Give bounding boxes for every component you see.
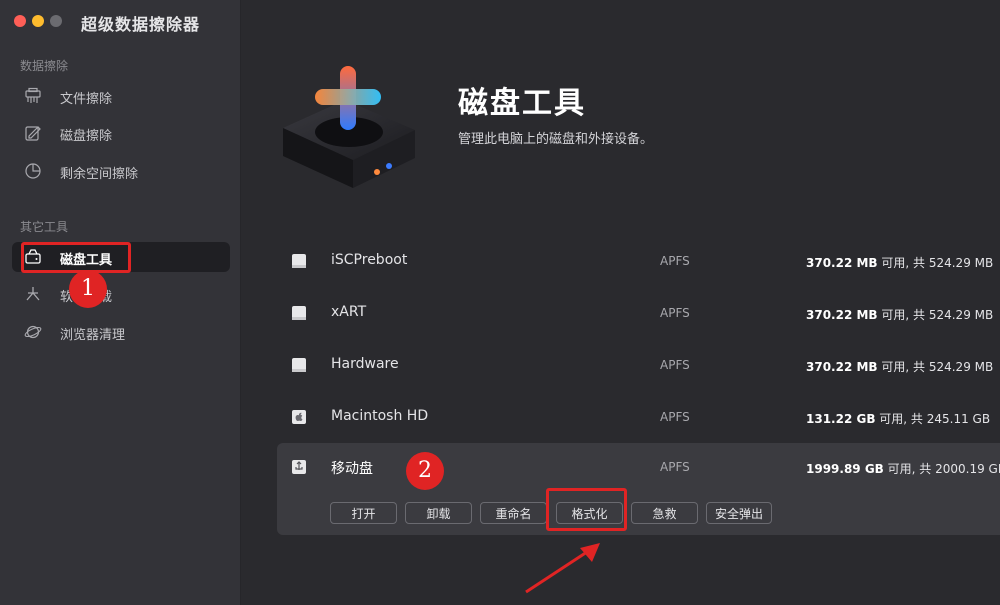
disk-capacity: 370.22 MB 可用, 共 524.29 MB <box>806 306 993 323</box>
disk-filesystem: APFS <box>660 254 690 268</box>
uninstall-icon <box>26 287 40 301</box>
highlight-box-disk-tool <box>21 242 131 273</box>
disk-row[interactable]: Hardware APFS 370.22 MB 可用, 共 524.29 MB <box>277 341 1000 389</box>
sidebar-item-label: 剩余空间擦除 <box>60 167 139 182</box>
sidebar-item-free-space-erase[interactable]: 剩余空间擦除 <box>12 156 230 186</box>
minimize-window-button[interactable] <box>32 15 44 27</box>
sidebar: 数据擦除 文件擦除 磁盘擦除 剩余空间擦除 其它工具 磁盘工具 软件卸载 浏览器… <box>0 0 241 605</box>
sidebar-item-label: 浏览器清理 <box>60 328 126 343</box>
disk-row[interactable]: Macintosh HD APFS 131.22 GB 可用, 共 245.11… <box>277 393 1000 441</box>
pie-chart-icon <box>25 163 41 179</box>
disk-icon <box>292 306 306 320</box>
disk-filesystem: APFS <box>660 358 690 372</box>
apple-disk-icon <box>292 410 306 424</box>
disk-capacity: 131.22 GB 可用, 共 245.11 GB <box>806 410 990 427</box>
disk-free-space: 370.22 MB <box>806 256 878 270</box>
step-badge-1: 1 <box>69 270 107 308</box>
close-window-button[interactable] <box>14 15 26 27</box>
app-window: 数据擦除 文件擦除 磁盘擦除 剩余空间擦除 其它工具 磁盘工具 软件卸载 浏览器… <box>0 0 1000 605</box>
disk-name: xART <box>331 304 367 320</box>
sidebar-item-file-erase[interactable]: 文件擦除 <box>12 81 230 111</box>
sidebar-item-label: 文件擦除 <box>60 92 113 107</box>
disk-icon <box>292 358 306 372</box>
disk-capacity: 370.22 MB 可用, 共 524.29 MB <box>806 254 993 271</box>
disk-total-space: 可用, 共 524.29 MB <box>877 308 994 322</box>
eject-button[interactable]: 安全弹出 <box>706 502 772 524</box>
disk-capacity: 370.22 MB 可用, 共 524.29 MB <box>806 358 993 375</box>
planet-icon <box>24 325 42 339</box>
disk-name: iSCPreboot <box>331 252 408 268</box>
page-subtitle: 管理此电脑上的磁盘和外接设备。 <box>458 132 654 147</box>
sidebar-item-label: 磁盘擦除 <box>60 129 113 144</box>
sidebar-item-browser-clean[interactable]: 浏览器清理 <box>12 317 230 347</box>
sidebar-item-disk-erase[interactable]: 磁盘擦除 <box>12 118 230 148</box>
first-aid-button[interactable]: 急救 <box>631 502 698 524</box>
disk-name: 移动盘 <box>331 461 373 477</box>
disk-filesystem: APFS <box>660 306 690 320</box>
disk-filesystem: APFS <box>660 460 690 474</box>
highlight-box-format <box>546 488 627 531</box>
unmount-button[interactable]: 卸载 <box>405 502 472 524</box>
page-title: 磁盘工具 <box>458 86 586 121</box>
disk-total-space: 可用, 共 524.29 MB <box>877 360 994 374</box>
section-title-tools: 其它工具 <box>20 220 69 234</box>
app-title: 超级数据擦除器 <box>81 15 201 34</box>
disk-filesystem: APFS <box>660 410 690 424</box>
sidebar-item-uninstall[interactable]: 软件卸载 <box>12 279 230 309</box>
section-title-erase: 数据擦除 <box>20 59 69 73</box>
disk-total-space: 可用, 共 245.11 GB <box>875 412 991 426</box>
disk-name: Hardware <box>331 356 399 372</box>
disk-free-space: 131.22 GB <box>806 412 876 426</box>
zoom-window-button[interactable] <box>50 15 62 27</box>
disk-total-space: 可用, 共 524.29 MB <box>877 256 994 270</box>
disk-erase-icon <box>25 126 41 141</box>
disk-icon <box>292 254 306 268</box>
disk-row-selected[interactable]: 移动盘 APFS 1999.89 GB 可用, 共 2000.19 GB 打开 … <box>277 443 1000 535</box>
shredder-icon <box>25 87 41 103</box>
rename-button[interactable]: 重命名 <box>480 502 547 524</box>
disk-name: Macintosh HD <box>331 408 429 424</box>
disk-free-space: 370.22 MB <box>806 360 878 374</box>
disk-row[interactable]: xART APFS 370.22 MB 可用, 共 524.29 MB <box>277 289 1000 337</box>
disk-row[interactable]: iSCPreboot APFS 370.22 MB 可用, 共 524.29 M… <box>277 237 1000 285</box>
disk-free-space: 1999.89 GB <box>806 462 884 476</box>
annotation-arrow <box>525 543 600 594</box>
open-button[interactable]: 打开 <box>330 502 397 524</box>
disk-tool-hero-icon <box>283 66 415 188</box>
disk-free-space: 370.22 MB <box>806 308 878 322</box>
usb-disk-icon <box>292 460 306 474</box>
step-badge-2: 2 <box>406 452 444 490</box>
disk-capacity: 1999.89 GB 可用, 共 2000.19 GB <box>806 460 1000 477</box>
disk-total-space: 可用, 共 2000.19 GB <box>883 462 1000 476</box>
